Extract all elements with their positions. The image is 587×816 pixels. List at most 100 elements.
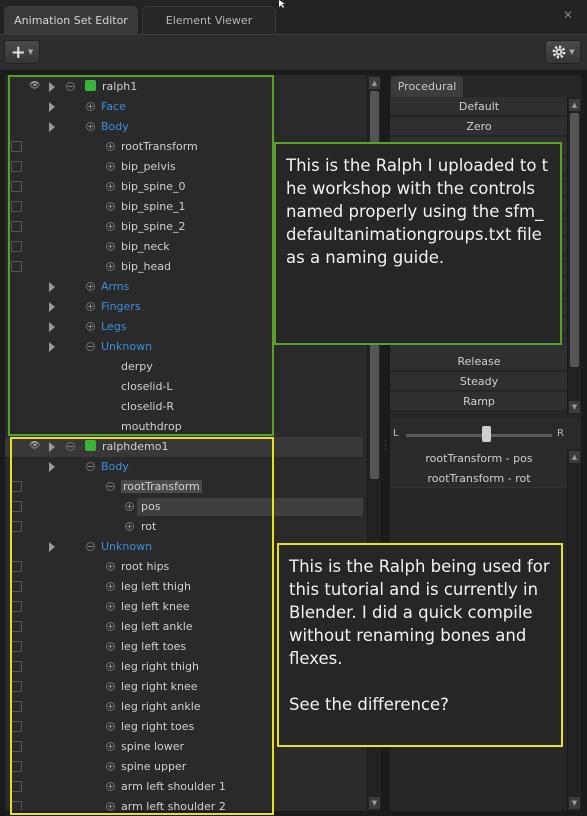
scroll-up-arrow[interactable]: ▲ [369,77,380,89]
expand-toggle-icon[interactable]: + [106,722,115,731]
add-menu-button[interactable]: + ▼ [4,40,40,64]
tab-animation-set-editor[interactable]: Animation Set Editor [4,6,138,34]
expand-toggle-icon[interactable]: + [86,302,95,311]
expand-toggle-icon[interactable]: + [86,102,95,111]
control-checkbox[interactable] [11,221,22,232]
tree-row[interactable]: + arm left shoulder 1 [5,777,363,797]
expand-toggle-icon[interactable]: + [106,742,115,751]
tab-element-viewer[interactable]: Element Viewer [142,6,276,34]
expand-toggle-icon[interactable]: − [86,342,95,351]
tree-row[interactable]: mouthdrop [5,417,363,437]
tree-row[interactable]: − Body [5,457,363,477]
expand-toggle-icon[interactable]: − [86,462,95,471]
control-checkbox[interactable] [11,701,22,712]
expand-toggle-icon[interactable]: + [106,262,115,271]
slider-track[interactable] [406,434,552,437]
tab-procedural[interactable]: Procedural [391,76,463,97]
control-checkbox[interactable] [11,141,22,152]
expand-toggle-icon[interactable]: + [125,502,134,511]
preset-button[interactable]: Release [390,352,568,371]
expand-toggle-icon[interactable]: + [106,602,115,611]
expand-arrow-icon[interactable] [49,342,55,352]
tree-row[interactable]: derpy [5,357,363,377]
control-checkbox[interactable] [11,721,22,732]
expand-arrow-icon[interactable] [49,102,55,112]
preset-button[interactable]: Ramp [390,392,568,411]
visibility-eye-icon[interactable]: 👁 [29,81,40,91]
control-checkbox[interactable] [11,241,22,252]
expand-toggle-icon[interactable]: + [86,282,95,291]
scroll-down-arrow[interactable]: ▼ [569,797,580,809]
tree-root-row[interactable]: 👁 − ralphdemo1 [5,437,363,457]
expand-toggle-icon[interactable]: + [125,522,134,531]
scroll-down-arrow[interactable]: ▼ [569,401,580,413]
balance-slider[interactable]: L R [390,419,581,449]
expand-arrow-icon[interactable] [49,462,55,472]
tree-row[interactable]: + arm left shoulder 2 [5,797,363,811]
expand-arrow-icon[interactable] [49,542,55,552]
control-checkbox[interactable] [11,261,22,272]
expand-arrow-icon[interactable] [49,282,55,292]
tree-row[interactable]: + rot [5,517,363,537]
visibility-eye-icon[interactable]: 👁 [29,441,40,451]
close-icon[interactable]: ✕ [563,8,573,22]
collapse-toggle-icon[interactable]: − [66,82,75,91]
expand-toggle-icon[interactable]: + [106,562,115,571]
control-checkbox[interactable] [11,781,22,792]
slider-knob[interactable] [482,426,492,442]
expand-toggle-icon[interactable]: + [106,782,115,791]
control-checkbox[interactable] [11,561,22,572]
expand-toggle-icon[interactable]: + [106,702,115,711]
expand-toggle-icon[interactable]: + [106,802,115,811]
scroll-down-arrow[interactable]: ▼ [369,797,380,809]
preset-button[interactable]: Steady [390,372,568,391]
expand-arrow-icon[interactable] [49,82,55,92]
expand-toggle-icon[interactable]: + [106,242,115,251]
control-checkbox[interactable] [11,661,22,672]
scroll-up-arrow[interactable]: ▲ [569,451,580,463]
scroll-up-arrow[interactable]: ▲ [569,99,580,111]
scroll-thumb[interactable] [570,113,579,367]
expand-toggle-icon[interactable]: + [106,202,115,211]
expand-arrow-icon[interactable] [49,302,55,312]
expand-toggle-icon[interactable]: + [106,642,115,651]
control-checkbox[interactable] [11,601,22,612]
expand-arrow-icon[interactable] [49,122,55,132]
control-checkbox[interactable] [11,641,22,652]
presets-scrollbar[interactable]: ▲ ▼ [567,97,581,415]
expand-toggle-icon[interactable]: + [106,222,115,231]
control-checkbox[interactable] [11,741,22,752]
control-checkbox[interactable] [11,161,22,172]
control-checkbox[interactable] [11,481,22,492]
collapse-toggle-icon[interactable]: − [66,442,75,451]
expand-toggle-icon[interactable]: + [106,582,115,591]
control-checkbox[interactable] [11,581,22,592]
targets-scrollbar[interactable]: ▲ ▼ [567,449,581,811]
preset-button[interactable]: Default [390,97,568,116]
control-checkbox[interactable] [11,681,22,692]
expand-toggle-icon[interactable]: + [106,162,115,171]
expand-toggle-icon[interactable]: + [106,142,115,151]
expand-toggle-icon[interactable]: + [86,322,95,331]
panel-splitter[interactable]: · · · [384,438,387,454]
control-checkbox[interactable] [11,801,22,811]
expand-toggle-icon[interactable]: − [106,482,115,491]
expand-toggle-icon[interactable]: + [86,122,95,131]
tree-row[interactable]: + Body [5,117,363,137]
expand-toggle-icon[interactable]: + [106,182,115,191]
control-checkbox[interactable] [11,761,22,772]
expand-toggle-icon[interactable]: + [106,622,115,631]
target-row[interactable]: rootTransform - pos [390,449,568,468]
target-row[interactable]: rootTransform - rot [390,469,568,488]
expand-toggle-icon[interactable]: + [106,682,115,691]
control-checkbox[interactable] [11,201,22,212]
control-checkbox[interactable] [11,501,22,512]
control-checkbox[interactable] [11,181,22,192]
tree-row[interactable]: + pos [5,497,363,517]
tree-root-row[interactable]: 👁 − ralph1 [5,77,363,97]
expand-arrow-icon[interactable] [49,322,55,332]
preset-button[interactable]: Zero [390,117,568,136]
expand-arrow-icon[interactable] [49,442,55,452]
tree-row[interactable]: closelid-L [5,377,363,397]
tree-row[interactable]: − rootTransform [5,477,363,497]
